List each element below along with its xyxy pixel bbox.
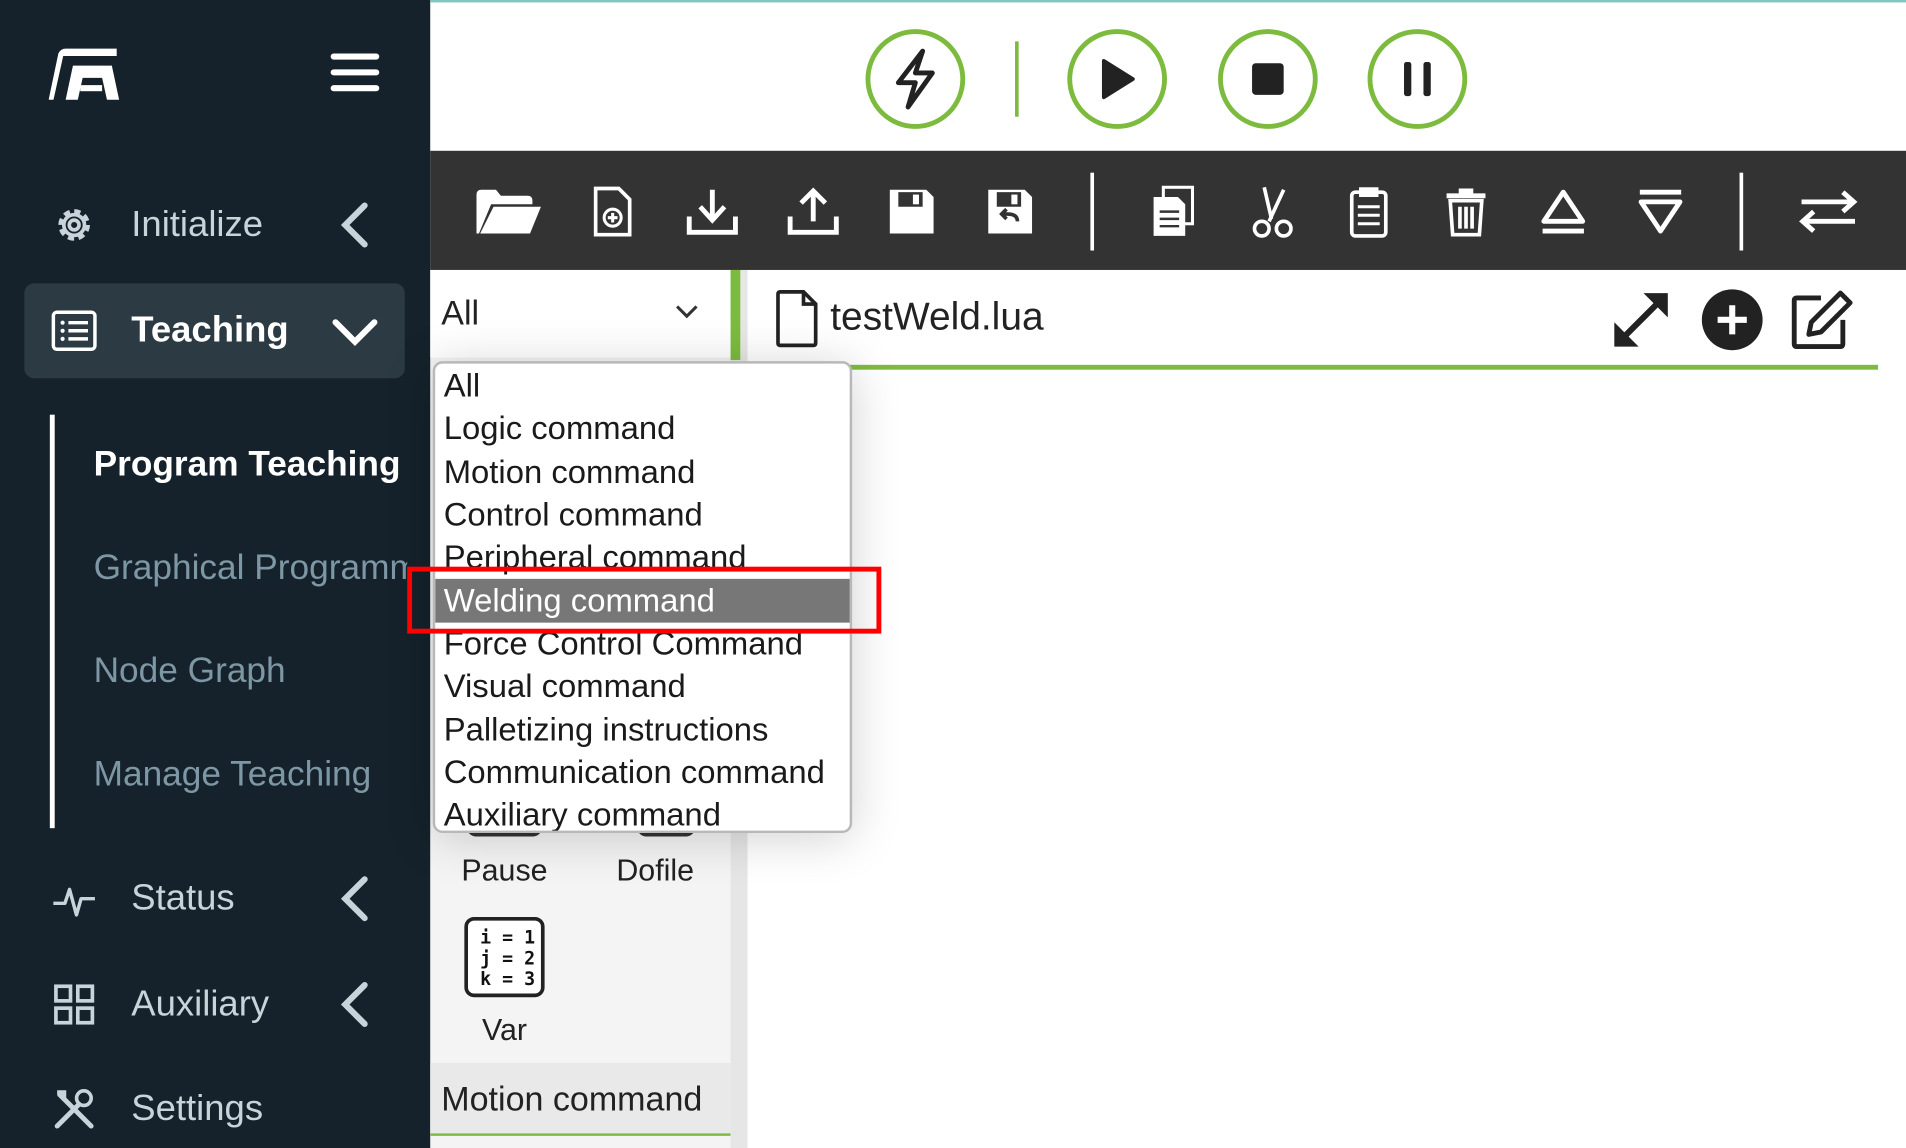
subnav-program-teaching[interactable]: Program Teaching [94,445,416,485]
menu-toggle-icon[interactable] [330,53,380,98]
chevron-left-icon [340,982,368,1027]
edit-icon [1791,290,1853,350]
move-up-icon [1541,189,1586,234]
paste-icon [1349,187,1388,238]
move-down-button[interactable] [1626,180,1694,243]
option-visual-command[interactable]: Visual command [435,664,850,708]
annotation-highlight-box [407,566,882,634]
program-editor: testWeld.lua [747,269,1906,1148]
run-button[interactable] [1067,29,1167,129]
subnav-node-graph[interactable]: Node Graph [94,652,416,692]
enable-icon [895,48,935,110]
run-icon [1101,58,1135,100]
var-icon-line: j = 2 [480,947,536,970]
nav-label: Initialize [131,204,264,245]
nav-label: Teaching [131,310,289,351]
subnav-manage-teaching[interactable]: Manage Teaching [94,755,416,795]
option-logic-command[interactable]: Logic command [435,406,850,450]
move-down-icon [1638,189,1683,234]
option-control-command[interactable]: Control command [435,493,850,537]
option-palletizing-instructions[interactable]: Palletizing instructions [435,708,850,752]
nav-settings[interactable]: Settings [24,1062,404,1148]
pause-button[interactable] [1367,29,1468,129]
cut-icon [1252,186,1293,238]
option-motion-command[interactable]: Motion command [435,450,850,494]
var-icon-line: k = 3 [480,968,536,990]
chevron-left-icon [340,876,368,922]
file-icon [776,290,818,348]
switch-icon [1799,190,1858,233]
control-separator [1015,41,1019,117]
nav-label: Auxiliary [131,983,270,1024]
program-toolbar [430,150,1906,270]
app-window: Initialize Teaching Program Teaching Gra… [0,0,1906,1148]
delete-button[interactable] [1432,180,1500,243]
export-icon [787,187,839,235]
open-button[interactable] [472,180,545,243]
logo-icon [48,48,120,100]
save-as-icon [988,189,1033,234]
var-icon-line: i = 1 [480,926,536,949]
edit-button[interactable] [1788,287,1854,353]
file-name: testWeld.lua [830,294,1044,339]
command-var-label[interactable]: Var [438,1013,572,1048]
import-icon [686,189,738,235]
expand-button[interactable] [1608,287,1674,353]
option-auxiliary-command[interactable]: Auxiliary command [435,793,850,831]
section-label: Motion command [441,1079,703,1118]
stop-icon [1252,63,1284,95]
open-folder-icon [476,189,541,234]
paste-button[interactable] [1335,180,1403,243]
new-file-button[interactable] [579,180,647,243]
save-as-button[interactable] [976,180,1044,243]
submenu-indicator [49,414,55,829]
list-icon [51,308,97,354]
pulse-icon [51,876,97,922]
nav-auxiliary[interactable]: Auxiliary [24,957,404,1052]
new-file-icon [593,186,632,237]
nav-initialize[interactable]: Initialize [24,178,404,273]
chevron-down-icon [332,319,378,347]
command-filter-select[interactable]: All [430,269,731,358]
expand-icon [1614,293,1668,347]
add-circle-icon [1701,289,1763,351]
sidebar: Initialize Teaching Program Teaching Gra… [0,0,431,1148]
save-button[interactable] [878,180,946,243]
chevron-down-icon [676,305,698,319]
enable-button[interactable] [865,29,966,129]
export-button[interactable] [779,180,847,243]
add-button[interactable] [1699,287,1765,353]
delete-icon [1446,188,1486,237]
select-value: All [441,294,480,332]
nav-label: Settings [131,1088,264,1129]
switch-button[interactable] [1794,180,1862,243]
save-icon [889,189,934,234]
import-button[interactable] [678,180,746,243]
option-all[interactable]: All [435,364,850,408]
option-communication-command[interactable]: Communication command [435,750,850,794]
nav-label: Status [131,878,235,919]
nav-status[interactable]: Status [24,851,404,946]
copy-button[interactable] [1139,180,1207,243]
tools-icon [51,1086,97,1132]
subnav-graphical-programming[interactable]: Graphical Programming [94,548,408,588]
gear-icon [51,202,97,248]
pause-icon [1404,62,1431,97]
command-pause-label[interactable]: Pause [438,854,572,889]
nav-teaching[interactable]: Teaching [24,283,405,379]
grid-icon [51,981,97,1027]
section-motion-command[interactable]: Motion command [430,1062,731,1136]
move-up-button[interactable] [1529,180,1597,243]
cut-button[interactable] [1237,180,1305,243]
copy-icon [1153,185,1195,236]
command-dofile-label[interactable]: Dofile [588,854,722,889]
control-bar [430,0,1906,151]
var-icon[interactable]: i = 1 j = 2 k = 3 [464,916,545,998]
toolbar-separator [1090,172,1095,251]
chevron-left-icon [340,202,368,248]
editor-header-underline [747,364,1879,370]
stop-button[interactable] [1218,29,1318,129]
toolbar-separator [1739,172,1744,251]
